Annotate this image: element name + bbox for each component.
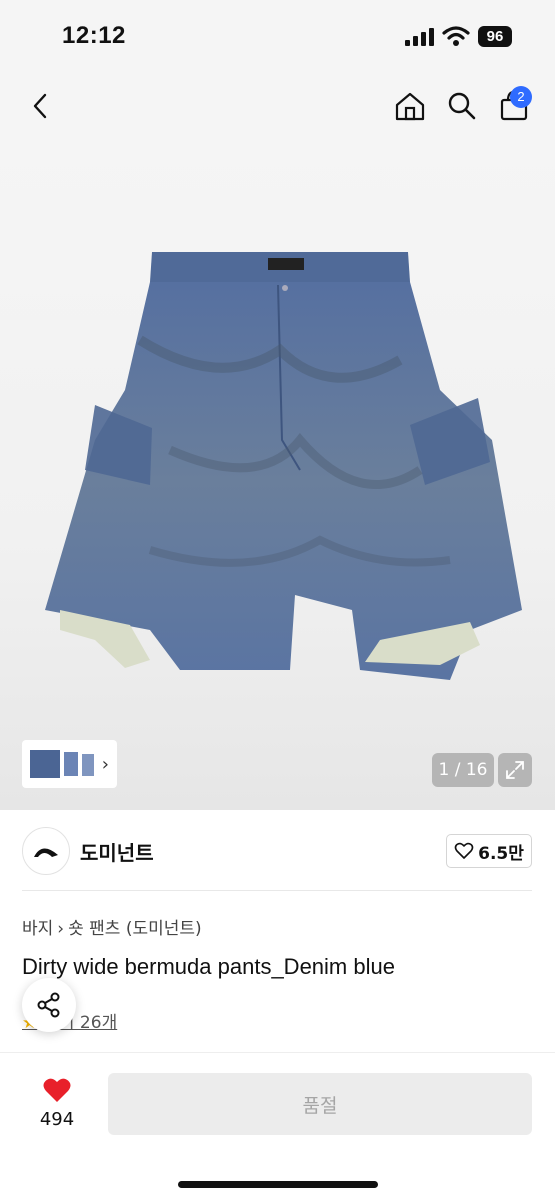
product-title: Dirty wide bermuda pants_Denim blue bbox=[22, 954, 395, 979]
search-icon bbox=[448, 92, 476, 120]
cart-count-badge: 2 bbox=[510, 86, 532, 108]
brand-logo[interactable] bbox=[22, 827, 70, 875]
breadcrumb: 바지 › 숏 팬츠 (도미넌트) bbox=[22, 914, 202, 939]
divider bbox=[22, 890, 532, 891]
expand-icon bbox=[506, 761, 524, 779]
gallery-thumbnail-strip[interactable]: › bbox=[22, 740, 117, 788]
brand-logo-mark bbox=[34, 848, 58, 857]
wishlist-button[interactable]: 494 bbox=[22, 1073, 92, 1137]
breadcrumb-separator: › bbox=[57, 919, 65, 939]
brand-name[interactable]: 도미넌트 bbox=[80, 837, 154, 866]
share-button[interactable] bbox=[22, 978, 76, 1032]
battery-indicator: 96 bbox=[478, 26, 512, 47]
image-counter: 1 / 16 bbox=[432, 753, 494, 787]
share-icon bbox=[37, 992, 60, 1018]
fullscreen-button[interactable] bbox=[498, 753, 532, 787]
breadcrumb-subcategory[interactable]: 숏 팬츠 (도미넌트) bbox=[68, 919, 202, 939]
cellular-signal-icon bbox=[405, 28, 434, 46]
back-button[interactable] bbox=[22, 88, 58, 124]
home-button[interactable] bbox=[390, 86, 430, 126]
chevron-right-icon: › bbox=[101, 754, 109, 775]
sold-out-button[interactable]: 품절 bbox=[108, 1073, 532, 1135]
heart-outline-icon bbox=[454, 842, 474, 859]
search-button[interactable] bbox=[442, 86, 482, 126]
bottom-action-bar: 494 품절 bbox=[0, 1052, 555, 1201]
heart-filled-icon bbox=[43, 1078, 71, 1102]
brand-like-button[interactable]: 6.5만 bbox=[446, 834, 532, 868]
top-nav bbox=[0, 70, 555, 140]
product-image bbox=[45, 252, 522, 680]
status-time: 12:12 bbox=[62, 22, 126, 49]
wifi-icon bbox=[442, 26, 470, 46]
product-image-gallery[interactable]: › 1 / 16 bbox=[0, 140, 555, 810]
brand-row: 도미넌트 6.5만 bbox=[22, 825, 532, 877]
home-indicator bbox=[178, 1181, 378, 1188]
brand-like-count: 6.5만 bbox=[478, 843, 524, 864]
breadcrumb-category[interactable]: 바지 bbox=[22, 919, 53, 939]
wishlist-count: 494 bbox=[39, 1109, 75, 1130]
product-thumbnail bbox=[30, 750, 94, 778]
chevron-left-icon bbox=[33, 93, 47, 119]
home-icon bbox=[395, 92, 425, 121]
status-bar: 12:12 96 bbox=[0, 0, 555, 70]
